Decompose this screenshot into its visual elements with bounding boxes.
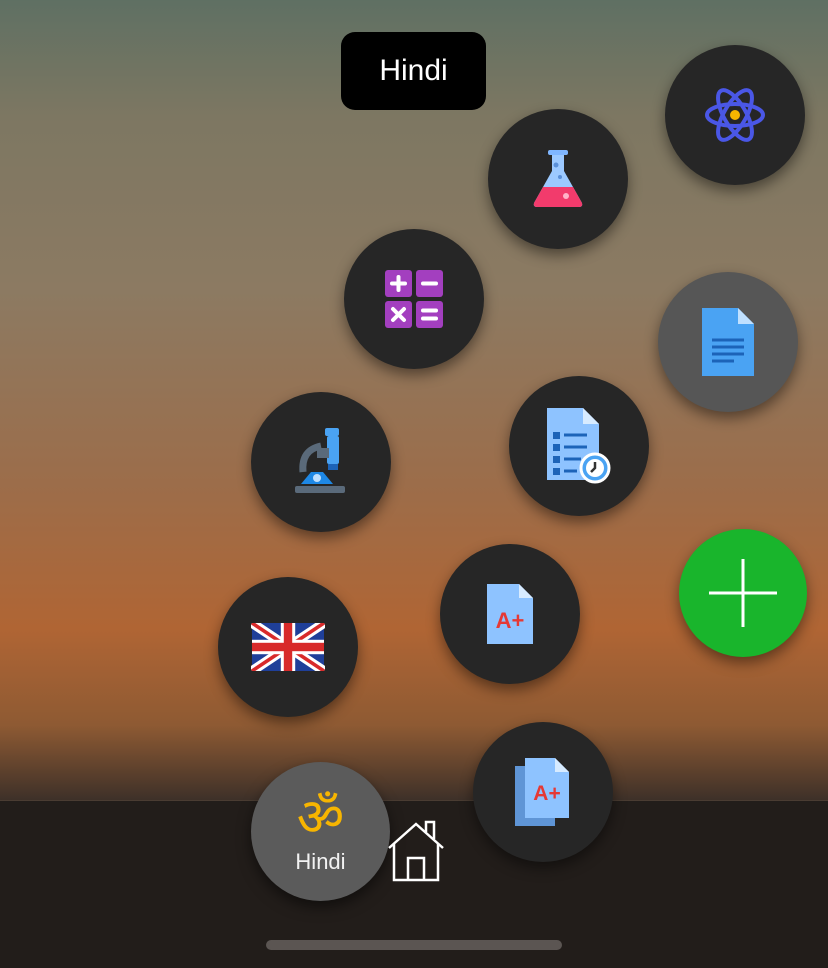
maths-button[interactable]: [344, 229, 484, 369]
plus-icon: [709, 559, 777, 627]
uk-flag-icon: [251, 623, 325, 671]
a-plus-document-icon: A+: [487, 584, 533, 644]
home-indicator[interactable]: [266, 940, 562, 950]
hindi-label: Hindi: [295, 848, 346, 874]
om-icon: ॐ: [296, 787, 345, 848]
physics-button[interactable]: [665, 45, 805, 185]
add-button[interactable]: [679, 529, 807, 657]
test-button[interactable]: [509, 376, 649, 516]
a-plus-documents-icon: A+: [515, 758, 569, 826]
document-button[interactable]: [658, 272, 798, 412]
atom-icon: [705, 88, 765, 142]
document-icon: [702, 308, 754, 376]
grades-button[interactable]: A+: [473, 722, 613, 862]
svg-text:A+: A+: [533, 782, 560, 805]
tooltip-text: Hindi: [379, 54, 448, 87]
svg-text:A+: A+: [496, 608, 525, 633]
chemistry-button[interactable]: [488, 109, 628, 249]
flask-icon: [533, 150, 583, 207]
biology-button[interactable]: [251, 392, 391, 532]
calculator-icon: [385, 270, 443, 328]
tooltip: Hindi: [341, 32, 486, 110]
english-button[interactable]: [218, 577, 358, 717]
microscope-icon: [295, 428, 345, 493]
home-icon: [388, 820, 444, 882]
hindi-subject-button[interactable]: ॐ Hindi: [251, 762, 390, 901]
home-button[interactable]: [386, 818, 446, 887]
grade-button[interactable]: A+: [440, 544, 580, 684]
checklist-timer-icon: [547, 408, 611, 484]
